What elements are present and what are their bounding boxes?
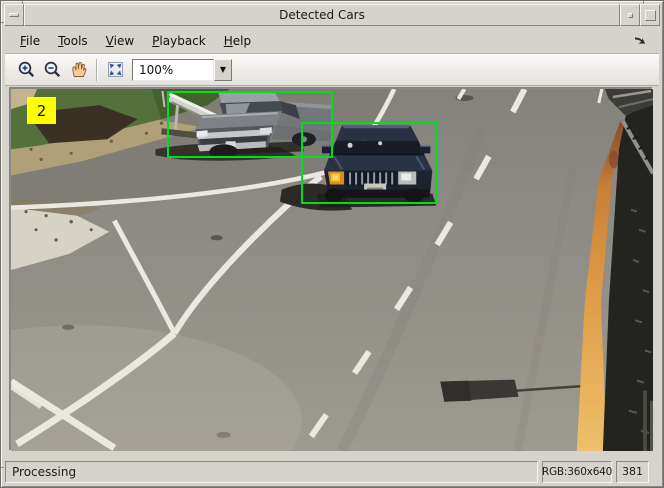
- minimize-button[interactable]: [620, 4, 640, 26]
- title-area: Detected Cars: [24, 4, 620, 26]
- undock-arrow-icon[interactable]: [634, 35, 647, 46]
- video-display-frame: 2: [9, 87, 653, 451]
- status-bar: Processing RGB:360x640 381: [5, 458, 649, 485]
- zoom-in-button[interactable]: [13, 57, 39, 83]
- app-window: Detected Cars File Tools View Playback Help: [0, 0, 664, 488]
- dropdown-arrow-icon[interactable]: ▼: [214, 58, 232, 81]
- maximize-icon: [644, 9, 656, 21]
- frame-number-field: 381: [616, 460, 649, 483]
- window-menu-button[interactable]: [4, 4, 24, 26]
- magnification-value[interactable]: 100%: [132, 58, 214, 81]
- maximize-button[interactable]: [640, 4, 660, 26]
- window-menu-icon: [9, 13, 19, 17]
- toolbar: 100% ▼: [5, 53, 659, 86]
- video-canvas[interactable]: 2: [11, 89, 653, 451]
- zoom-in-icon: [18, 61, 34, 78]
- window-title: Detected Cars: [279, 8, 365, 22]
- menu-item-help[interactable]: Help: [215, 31, 260, 51]
- menu-item-file[interactable]: File: [11, 31, 49, 51]
- menu-item-playback[interactable]: Playback: [143, 31, 215, 51]
- menu-item-view[interactable]: View: [97, 31, 143, 51]
- detection-overlay: 2: [11, 89, 653, 451]
- zoom-out-button[interactable]: [39, 57, 65, 83]
- pixel-info-field: RGB:360x640: [542, 460, 612, 483]
- maintain-fit-icon: [107, 62, 123, 77]
- frame-notch: [1, 467, 4, 468]
- zoom-out-icon: [44, 61, 60, 78]
- detection-box-2: [301, 122, 437, 204]
- toolbar-separator: [96, 58, 97, 81]
- magnification-combo[interactable]: 100% ▼: [132, 58, 232, 81]
- minimize-icon: [627, 12, 633, 18]
- maintain-fit-button[interactable]: [102, 57, 128, 83]
- pan-button[interactable]: [65, 57, 91, 83]
- status-message: Processing: [5, 460, 538, 483]
- menu-item-tools[interactable]: Tools: [49, 31, 97, 51]
- menu-bar: File Tools View Playback Help: [5, 28, 659, 53]
- frame-count-label: 2: [27, 97, 56, 124]
- title-bar[interactable]: Detected Cars: [4, 4, 660, 26]
- pan-hand-icon: [71, 61, 86, 77]
